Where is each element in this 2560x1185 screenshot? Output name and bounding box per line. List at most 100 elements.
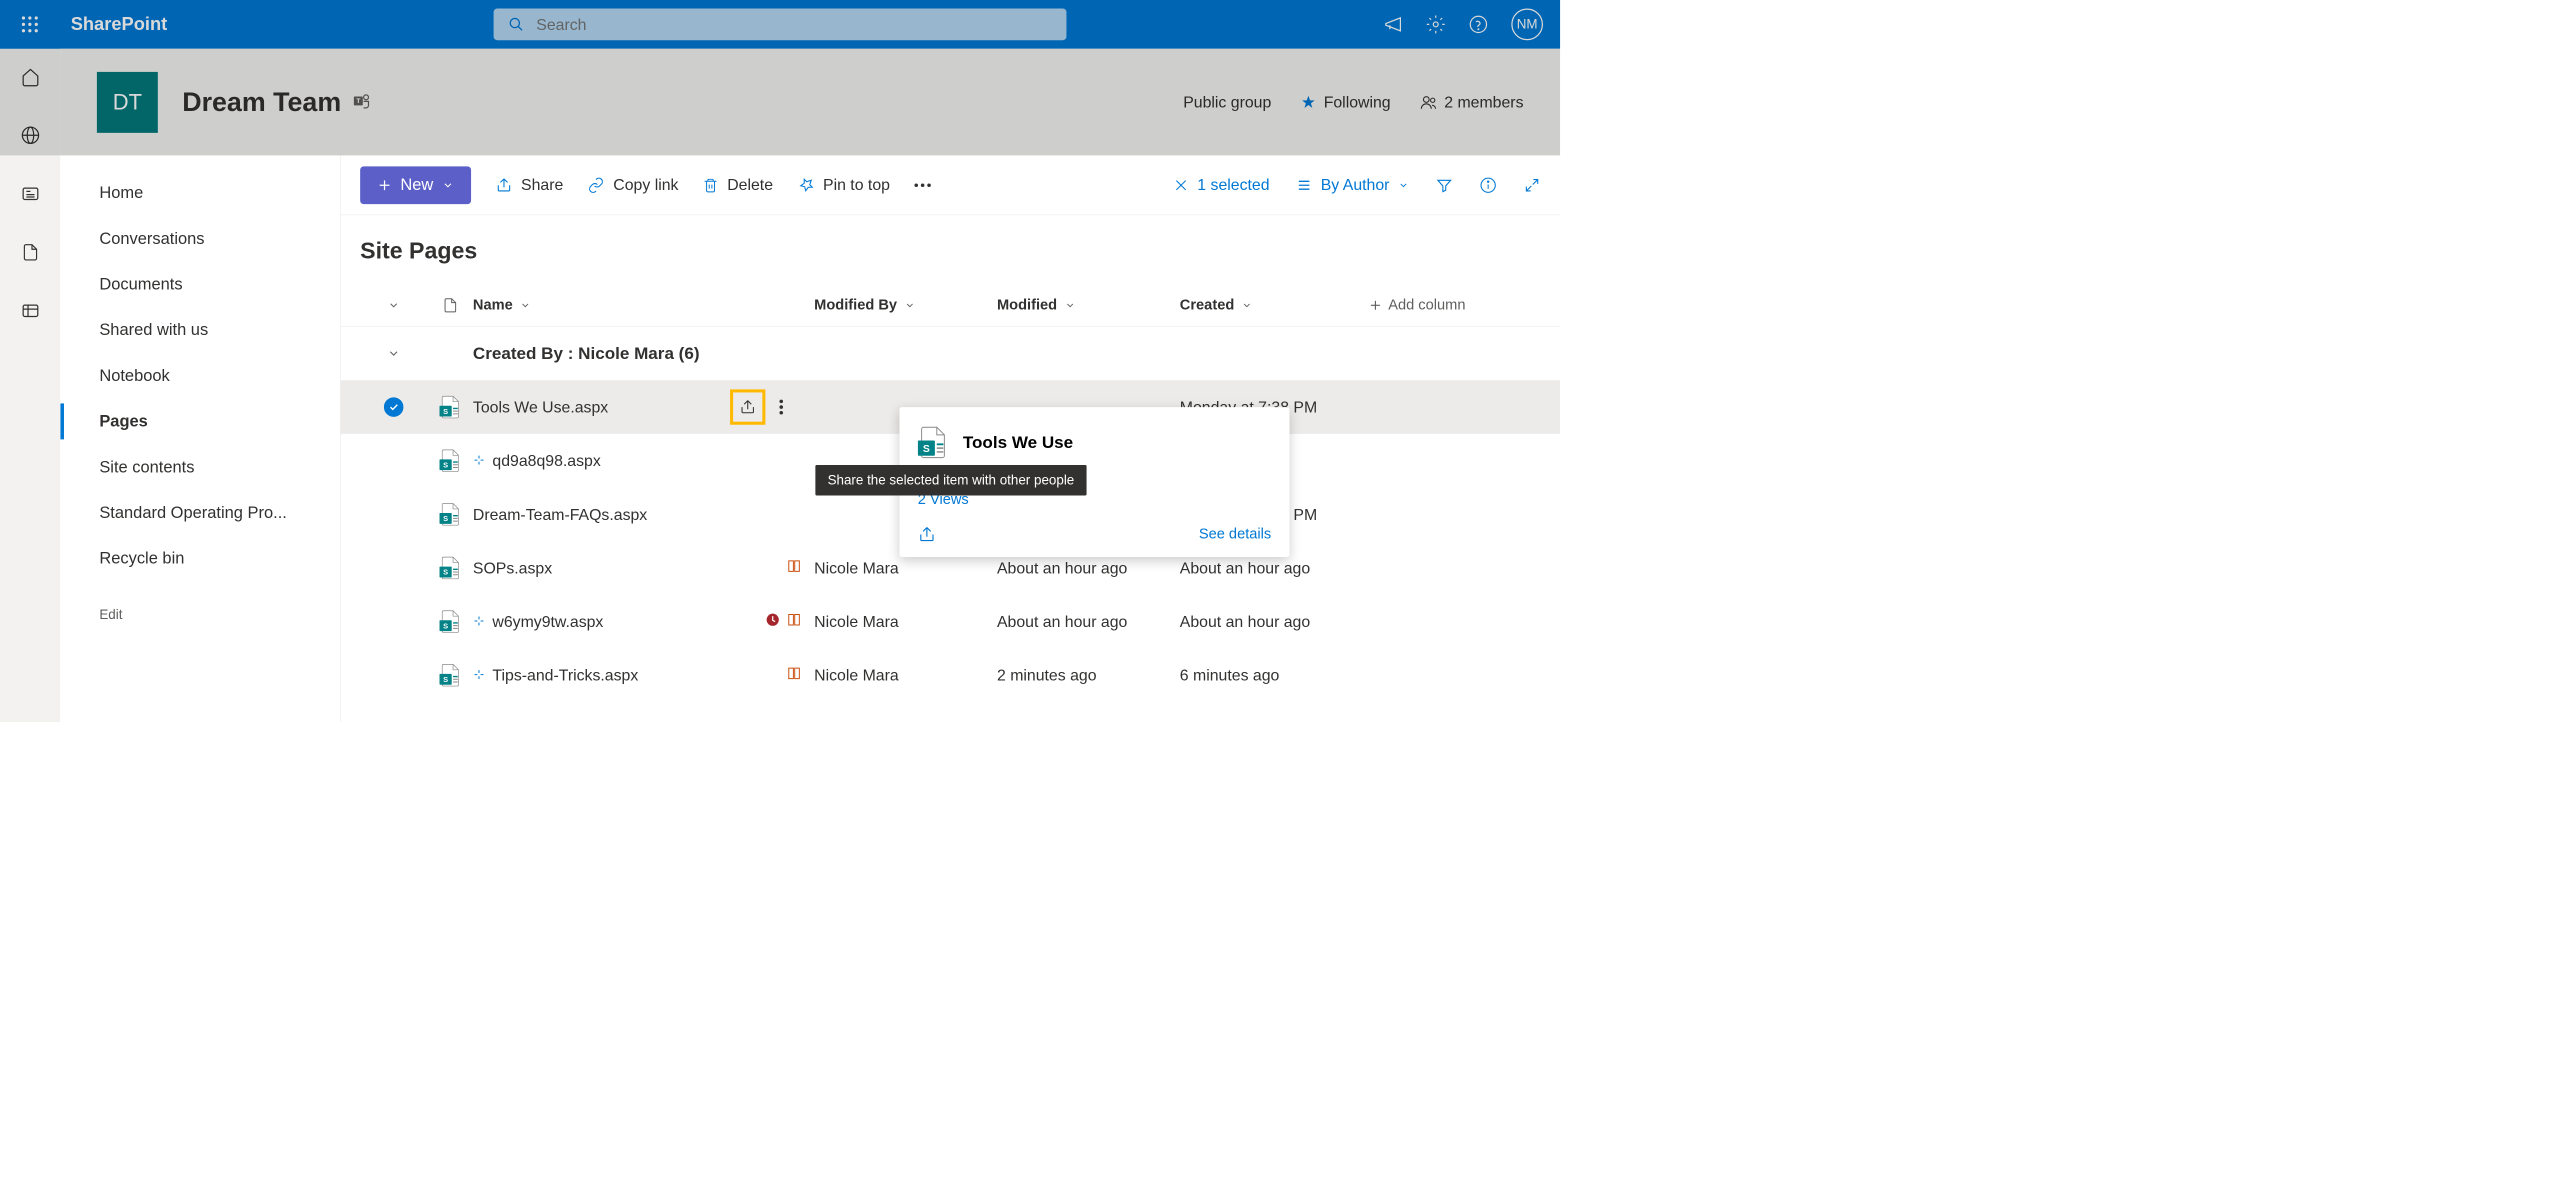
svg-text:S: S [923,444,930,455]
pin-button[interactable]: Pin to top [797,176,890,195]
row-share-button[interactable] [730,389,765,424]
app-launcher-button[interactable] [15,9,45,39]
info-button[interactable] [1480,176,1497,193]
nav-recycle[interactable]: Recycle bin [60,536,340,582]
row-created: About an hour ago [1180,612,1369,631]
row-created: About an hour ago [1180,559,1369,578]
groupby-button[interactable]: By Author [1296,176,1409,195]
row-name[interactable]: Tools We Use.aspx [473,398,723,417]
row-created: 6 minutes ago [1180,666,1369,685]
svg-text:S: S [443,460,448,469]
page-icon: S [918,425,948,459]
row-modified: About an hour ago [997,612,1180,631]
chevron-down-icon[interactable] [388,299,400,311]
draft-icon [786,612,802,632]
col-name-header[interactable]: Name [473,296,814,313]
delete-button[interactable]: Delete [703,176,773,195]
command-bar: New Share Copy link Delete [341,155,1560,215]
chevron-down-icon [442,179,454,191]
page-icon: S [427,449,473,473]
nav-sop[interactable]: Standard Operating Pro... [60,490,340,536]
filter-icon [1436,176,1453,193]
nav-notebook[interactable]: Notebook [60,353,340,399]
row-name[interactable]: w6ymy9tw.aspx [492,612,758,631]
trash-icon [703,176,719,193]
avatar-initials: NM [1517,16,1538,32]
share-button[interactable]: Share [495,176,563,195]
settings-icon[interactable] [1426,15,1446,35]
row-checkbox[interactable] [384,397,404,417]
svg-text:S: S [443,621,448,630]
table-header: Name Modified By Modified Created Add co… [341,284,1560,327]
row-name[interactable]: Tips-and-Tricks.aspx [492,666,778,685]
see-details-link[interactable]: See details [1199,526,1271,543]
left-navigation: Home Conversations Documents Shared with… [60,155,340,722]
copylink-button[interactable]: Copy link [588,176,679,195]
nav-sitecontents[interactable]: Site contents [60,444,340,490]
user-avatar[interactable]: NM [1511,9,1543,41]
row-more-icon[interactable] [779,399,784,416]
page-icon: S [427,609,473,633]
table-row[interactable]: S Tips-and-Tricks.aspx Nicole Mara 2 min… [341,648,1560,702]
loading-icon [473,612,485,631]
new-button[interactable]: New [360,166,471,204]
nav-documents[interactable]: Documents [60,261,340,307]
app-rail [0,49,60,722]
site-logo[interactable]: DT [97,72,158,133]
rail-globe-icon[interactable] [19,124,41,146]
rail-home-icon[interactable] [19,66,41,88]
follow-button[interactable]: Following [1301,93,1391,112]
star-icon [1301,94,1317,110]
loading-icon [473,451,485,470]
pin-icon [797,176,814,193]
list-icon [1296,177,1312,193]
help-icon[interactable] [1469,15,1489,35]
filter-button[interactable] [1436,176,1453,193]
row-name[interactable]: Dream-Team-FAQs.aspx [473,505,795,524]
teams-icon[interactable]: T [352,91,372,114]
svg-text:S: S [443,675,448,684]
col-modified-header[interactable]: Modified [997,296,1180,313]
row-modified: About an hour ago [997,559,1180,578]
more-icon [914,183,931,188]
page-icon: S [427,502,473,526]
group-header[interactable]: Created By : Nicole Mara (6) [341,327,1560,381]
overflow-button[interactable] [914,183,931,188]
search-input[interactable] [536,15,1052,34]
table-row[interactable]: S w6ymy9tw.aspx Nicole Mara About an hou… [341,595,1560,649]
nav-conversations[interactable]: Conversations [60,216,340,262]
expand-button[interactable] [1523,176,1540,193]
col-modifiedby-header[interactable]: Modified By [814,296,997,313]
brand-label[interactable]: SharePoint [71,14,168,35]
svg-text:S: S [443,568,448,577]
nav-edit-link[interactable]: Edit [60,594,340,637]
site-visibility: Public group [1183,93,1271,112]
share-icon [495,176,512,193]
megaphone-icon[interactable] [1383,15,1403,35]
rail-lists-icon[interactable] [19,300,41,322]
nav-pages[interactable]: Pages [60,399,340,445]
selection-count[interactable]: 1 selected [1173,176,1270,195]
search-box[interactable] [494,9,1067,41]
row-name[interactable]: qd9a8q98.aspx [492,451,794,470]
site-title[interactable]: Dream Team [182,87,341,117]
search-icon [508,16,524,32]
doctype-icon[interactable] [442,296,458,314]
nav-home[interactable]: Home [60,170,340,216]
rail-news-icon[interactable] [19,183,41,205]
col-created-header[interactable]: Created [1180,296,1369,313]
page-icon: S [427,556,473,580]
row-modifiedby: Nicole Mara [814,666,997,685]
members-button[interactable]: 2 members [1420,93,1524,112]
rail-files-icon[interactable] [19,241,41,263]
chevron-down-icon [387,347,400,360]
svg-text:T: T [356,98,360,105]
callout-share-icon[interactable] [918,525,936,543]
plus-icon [377,178,392,193]
add-column-button[interactable]: Add column [1369,296,1541,313]
row-name[interactable]: SOPs.aspx [473,559,779,578]
nav-shared[interactable]: Shared with us [60,307,340,353]
suite-header: SharePoint NM [0,0,1560,49]
close-icon [1173,177,1189,193]
row-modifiedby: Nicole Mara [814,612,997,631]
